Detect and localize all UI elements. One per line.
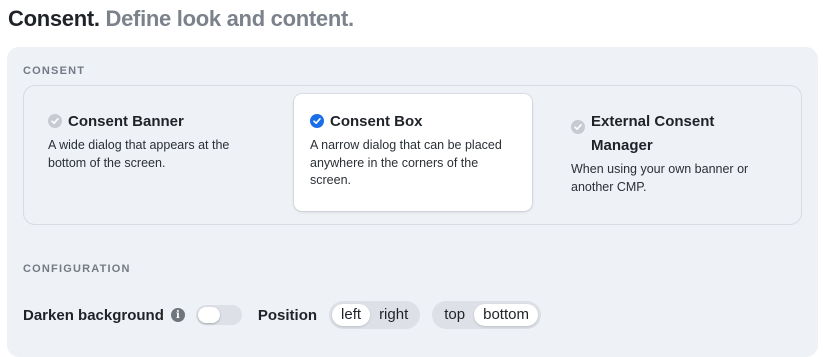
darken-background-toggle[interactable] bbox=[195, 305, 242, 325]
position-label: Position bbox=[257, 306, 318, 324]
option-description: A narrow dialog that can be placed anywh… bbox=[310, 138, 502, 187]
option-description: A wide dialog that appears at the bottom… bbox=[48, 138, 230, 170]
page-title: Consent. Define look and content. bbox=[8, 6, 354, 32]
darken-background-label: Darken background bbox=[23, 306, 164, 324]
option-title: External Consent Manager bbox=[591, 113, 715, 154]
position-left-option[interactable]: left bbox=[332, 304, 371, 326]
info-icon[interactable]: i bbox=[170, 308, 185, 322]
position-bottom-option[interactable]: bottom bbox=[474, 304, 538, 326]
horizontal-position-segmented-control: left right bbox=[329, 301, 421, 329]
vertical-position-segmented-control: top bottom bbox=[432, 301, 541, 329]
position-top-option[interactable]: top bbox=[435, 304, 474, 326]
configuration-section-label: CONFIGURATION bbox=[23, 263, 131, 275]
check-circle-icon bbox=[48, 114, 62, 128]
option-consent-banner[interactable]: Consent Banner A wide dialog that appear… bbox=[24, 94, 284, 211]
option-external-consent-manager[interactable]: External Consent Manager When using your… bbox=[555, 94, 795, 211]
check-circle-icon bbox=[571, 120, 585, 134]
option-consent-box[interactable]: Consent Box A narrow dialog that can be … bbox=[294, 94, 532, 211]
page-subtitle: Define look and content. bbox=[105, 6, 355, 31]
page-title-main: Consent. bbox=[8, 6, 100, 31]
consent-type-options: Consent Banner A wide dialog that appear… bbox=[23, 85, 802, 225]
option-title: Consent Box bbox=[330, 113, 423, 130]
toggle-knob bbox=[197, 307, 220, 323]
check-circle-icon bbox=[310, 114, 324, 128]
option-description: When using your own banner or another CM… bbox=[571, 162, 749, 194]
option-title: Consent Banner bbox=[68, 113, 184, 130]
settings-panel: CONSENT Consent Banner A wide dialog tha… bbox=[7, 47, 818, 357]
consent-section-label: CONSENT bbox=[23, 65, 86, 77]
configuration-row: Darken background i Position left right … bbox=[23, 301, 541, 329]
position-right-option[interactable]: right bbox=[370, 304, 417, 326]
